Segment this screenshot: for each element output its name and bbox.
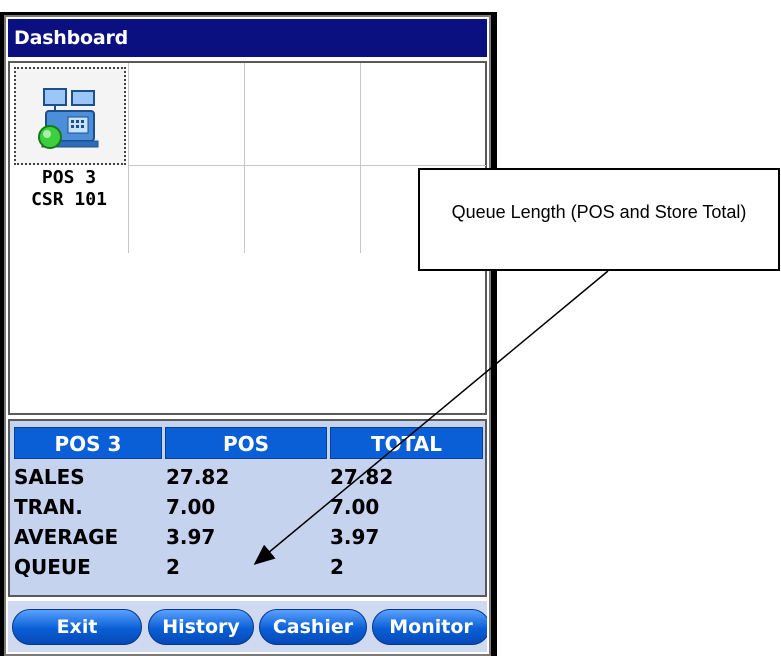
- annotation-arrow: [253, 270, 609, 565]
